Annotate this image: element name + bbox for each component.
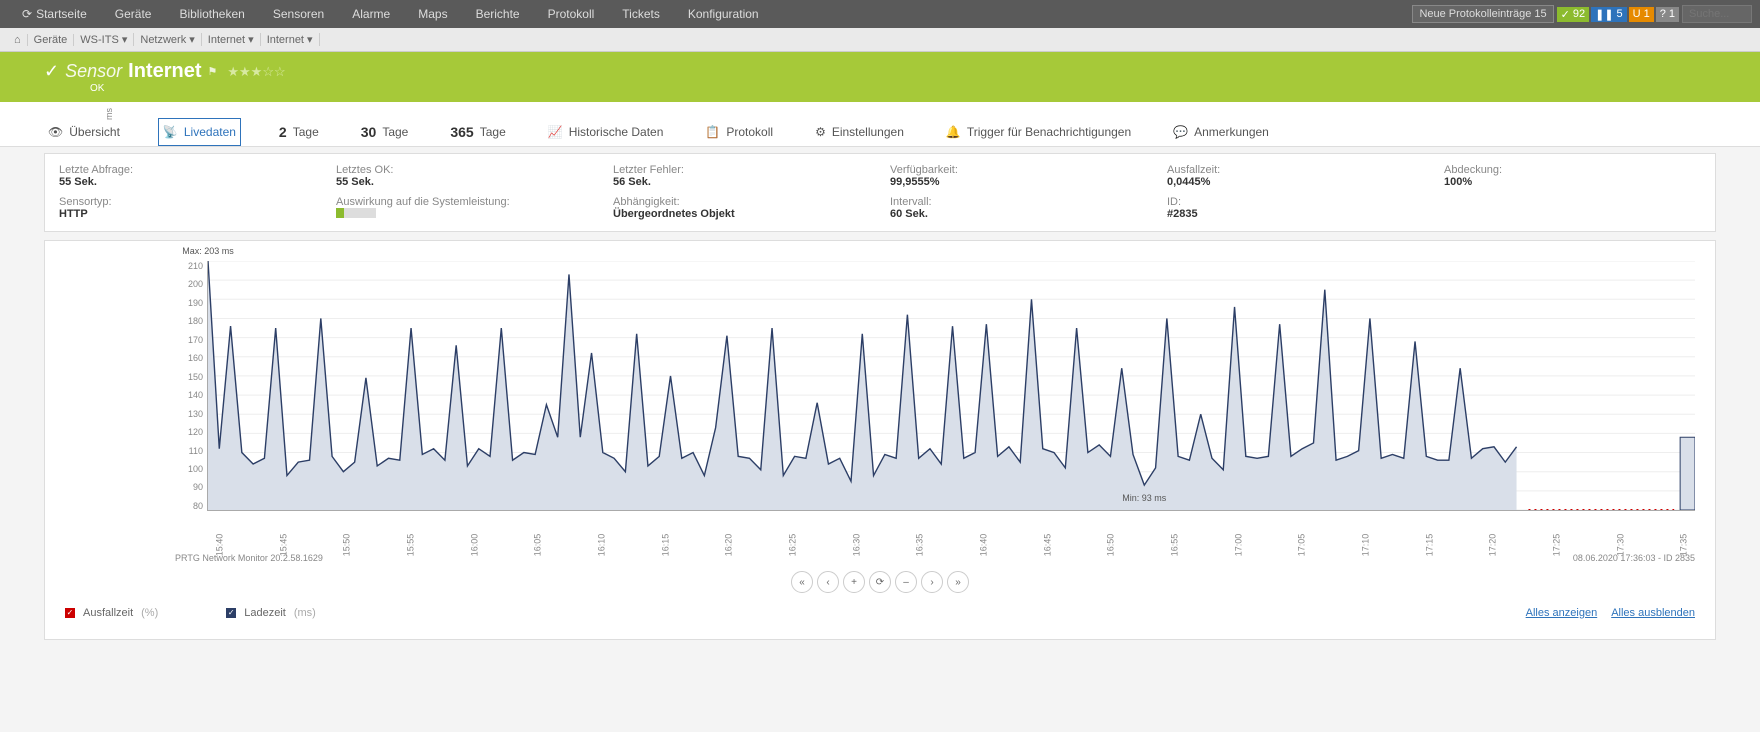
info-panel: Letzte Abfrage:55 Sek. Letztes OK:55 Sek.… (44, 153, 1716, 232)
info-cell: Intervall:60 Sek. (890, 196, 1147, 221)
tab-bar: 👁Übersicht 📡Livedaten 2Tage 30Tage 365Tage 📈H… (0, 102, 1760, 147)
chart-ctrl-btn[interactable]: ⟳ (869, 571, 891, 593)
top-nav: ⟳StartseiteGeräteBibliothekenSensorenAla… (0, 0, 1760, 28)
legend-checkbox[interactable]: ✓ (65, 608, 75, 618)
info-cell: Ausfallzeit:0,0445% (1167, 164, 1424, 188)
info-cell (1444, 196, 1701, 221)
legend-checkbox[interactable]: ✓ (226, 608, 236, 618)
info-cell: ID:#2835 (1167, 196, 1424, 221)
plot-area[interactable]: Max: 203 ms Min: 93 ms 15:4015:4515:5015… (207, 261, 1695, 511)
chart-panel: ms 2102001901801701601501401301201101009… (44, 240, 1716, 640)
chart-ctrl-btn[interactable]: – (895, 571, 917, 593)
chart-ctrl-btn[interactable]: « (791, 571, 813, 593)
breadcrumb-item[interactable]: Netzwerk ▾ (134, 33, 201, 46)
tab-livedaten[interactable]: 📡Livedaten (158, 118, 241, 146)
status-badge[interactable]: ✓92 (1557, 7, 1589, 22)
legend-unit: (ms) (294, 607, 316, 619)
chart-ctrl-btn[interactable]: › (921, 571, 943, 593)
status-badge[interactable]: ❚❚5 (1591, 7, 1627, 22)
info-cell: Letzter Fehler:56 Sek. (613, 164, 870, 188)
breadcrumb-item[interactable]: Internet ▾ (202, 33, 261, 46)
chart-ctrl-btn[interactable]: + (843, 571, 865, 593)
nav-maps[interactable]: Maps (404, 0, 461, 28)
tab-einstellungen[interactable]: ⚙Einstellungen (811, 118, 908, 146)
sensor-status: OK (90, 83, 1716, 94)
tab-übersicht[interactable]: 👁Übersicht (44, 118, 124, 146)
sensor-prefix: Sensor (65, 61, 122, 82)
breadcrumb-item[interactable]: ⌂ (8, 34, 28, 46)
info-cell: Auswirkung auf die Systemleistung: (336, 196, 593, 221)
legend-label: Ladezeit (244, 607, 286, 619)
info-cell: Letztes OK:55 Sek. (336, 164, 593, 188)
nav-konfiguration[interactable]: Konfiguration (674, 0, 773, 28)
nav-geräte[interactable]: Geräte (101, 0, 166, 28)
tab-icon: 📡 (163, 125, 178, 139)
nav-tickets[interactable]: Tickets (608, 0, 674, 28)
info-cell: Abhängigkeit:Übergeordnetes Objekt (613, 196, 870, 221)
tab-icon: 🔔 (946, 125, 961, 139)
tab-tage[interactable]: 30Tage (357, 118, 413, 146)
tab-protokoll[interactable]: 📋Protokoll (701, 118, 777, 146)
check-icon: ✓ (44, 61, 59, 82)
chart-ctrl-btn[interactable]: ‹ (817, 571, 839, 593)
legend-label: Ausfallzeit (83, 607, 133, 619)
min-annotation: Min: 93 ms (1122, 493, 1166, 503)
star-rating[interactable]: ★★★☆☆ (227, 64, 285, 80)
status-badge[interactable]: ?1 (1656, 7, 1679, 22)
y-axis-label: ms (104, 108, 114, 120)
status-badge[interactable]: U1 (1629, 7, 1654, 22)
chart-footer-left: PRTG Network Monitor 20.2.58.1629 (175, 553, 323, 563)
perf-bar (336, 208, 376, 218)
chart-footer-right: 08.06.2020 17:36:03 - ID 2835 (1573, 553, 1695, 563)
tab-icon: 👁 (48, 125, 63, 139)
tab-tage[interactable]: 365Tage (446, 118, 509, 146)
breadcrumb-item[interactable]: Internet ▾ (261, 33, 320, 46)
tab-icon: 📋 (705, 125, 720, 139)
x-axis: 15:4015:4515:5015:5516:0016:0516:1016:15… (208, 540, 1695, 550)
max-annotation: Max: 203 ms (182, 246, 234, 256)
info-cell: Sensortyp:HTTP (59, 196, 316, 221)
breadcrumb: ⌂GeräteWS-ITS ▾Netzwerk ▾Internet ▾Inter… (0, 28, 1760, 52)
breadcrumb-item[interactable]: WS-ITS ▾ (74, 33, 134, 46)
nav-startseite[interactable]: ⟳Startseite (8, 0, 101, 28)
chart-controls: «‹+⟳–›» (65, 571, 1695, 593)
tab-icon: 📈 (548, 125, 563, 139)
info-cell: Abdeckung:100% (1444, 164, 1701, 188)
search-input[interactable] (1682, 5, 1752, 23)
nav-protokoll[interactable]: Protokoll (534, 0, 609, 28)
sensor-name: Internet (128, 60, 201, 83)
info-cell: Verfügbarkeit:99,9555% (890, 164, 1147, 188)
sensor-hero: ✓ Sensor Internet ⚑ ★★★☆☆ OK (0, 52, 1760, 102)
breadcrumb-item[interactable]: Geräte (28, 34, 75, 46)
nav-alarme[interactable]: Alarme (338, 0, 404, 28)
log-button[interactable]: Neue Protokolleinträge 15 (1412, 5, 1553, 23)
flag-icon[interactable]: ⚑ (207, 65, 217, 78)
nav-berichte[interactable]: Berichte (462, 0, 534, 28)
tab-tage[interactable]: 2Tage (275, 118, 323, 146)
tab-historische-daten[interactable]: 📈Historische Daten (544, 118, 668, 146)
nav-sensoren[interactable]: Sensoren (259, 0, 338, 28)
y-axis: 2102001901801701601501401301201101009080 (175, 261, 207, 511)
info-cell: Letzte Abfrage:55 Sek. (59, 164, 316, 188)
legend-unit: (%) (141, 607, 158, 619)
tab-icon: 💬 (1173, 125, 1188, 139)
legend-show_all[interactable]: Alles anzeigen (1526, 607, 1598, 619)
legend: ✓ Ausfallzeit (%) ✓ Ladezeit (ms) Alles anzeig… (65, 607, 1695, 619)
chart-ctrl-btn[interactable]: » (947, 571, 969, 593)
tab-icon: ⚙ (815, 125, 826, 139)
legend-hide_all[interactable]: Alles ausblenden (1611, 607, 1695, 619)
nav-bibliotheken[interactable]: Bibliotheken (165, 0, 258, 28)
tab-trigger-für-benachrichtigungen[interactable]: 🔔Trigger für Benachrichtigungen (942, 118, 1135, 146)
tab-anmerkungen[interactable]: 💬Anmerkungen (1169, 118, 1273, 146)
